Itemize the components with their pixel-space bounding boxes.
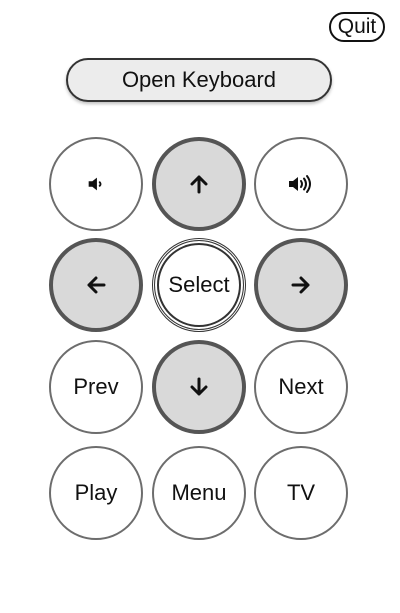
menu-button[interactable]: Menu bbox=[152, 446, 246, 540]
open-keyboard-button[interactable]: Open Keyboard bbox=[66, 58, 332, 102]
right-button[interactable] bbox=[254, 238, 348, 332]
select-button[interactable]: Select bbox=[152, 238, 246, 332]
volume-up-button[interactable] bbox=[254, 137, 348, 231]
arrow-down-icon bbox=[187, 375, 211, 399]
tv-button[interactable]: TV bbox=[254, 446, 348, 540]
arrow-right-icon bbox=[289, 273, 313, 297]
play-button[interactable]: Play bbox=[49, 446, 143, 540]
down-button[interactable] bbox=[152, 340, 246, 434]
arrow-left-icon bbox=[84, 273, 108, 297]
next-button[interactable]: Next bbox=[254, 340, 348, 434]
speaker-high-icon bbox=[286, 172, 316, 196]
quit-button[interactable]: Quit bbox=[329, 12, 385, 42]
prev-button[interactable]: Prev bbox=[49, 340, 143, 434]
arrow-up-icon bbox=[187, 172, 211, 196]
speaker-low-icon bbox=[85, 173, 107, 195]
left-button[interactable] bbox=[49, 238, 143, 332]
up-button[interactable] bbox=[152, 137, 246, 231]
volume-down-button[interactable] bbox=[49, 137, 143, 231]
